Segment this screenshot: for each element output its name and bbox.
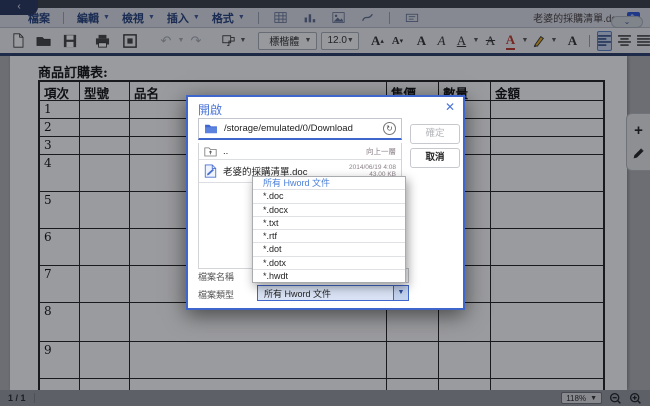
recent-paths-icon[interactable]: ↻ <box>383 122 396 135</box>
dropdown-option-docx[interactable]: *.docx <box>253 204 405 217</box>
dialog-title: 開啟 <box>198 103 223 117</box>
folder-up-icon <box>204 146 217 157</box>
parent-directory-label: .. <box>223 145 229 157</box>
confirm-button[interactable]: 確定 <box>410 124 460 144</box>
filetype-dropdown: 所有 Hword 文件 *.doc *.docx *.txt *.rtf *.d… <box>252 176 406 283</box>
dropdown-option-hwdt[interactable]: *.hwdt <box>253 270 405 283</box>
up-one-level-hint: 向上一層 <box>366 146 396 156</box>
document-file-icon <box>204 164 217 178</box>
parent-directory-row[interactable]: .. 向上一層 <box>199 143 401 160</box>
filename-label: 檔案名稱 <box>198 272 235 282</box>
dropdown-option-dot[interactable]: *.dot <box>253 243 405 257</box>
app-window: { "titlebar": { "back_label": "‹", "docu… <box>0 0 650 406</box>
folder-icon <box>204 123 218 134</box>
close-icon[interactable]: ✕ <box>445 100 455 114</box>
dropdown-option-dotx[interactable]: *.dotx <box>253 257 405 271</box>
cancel-button[interactable]: 取消 <box>410 148 460 168</box>
dropdown-option-txt[interactable]: *.txt <box>253 217 405 231</box>
chevron-down-icon: ▼ <box>393 286 408 300</box>
dropdown-option-doc[interactable]: *.doc <box>253 190 405 204</box>
path-field[interactable]: /storage/emulated/0/Download ↻ <box>198 118 402 140</box>
dropdown-option-rtf[interactable]: *.rtf <box>253 230 405 244</box>
filetype-selected-value: 所有 Hword 文件 <box>264 288 332 299</box>
filetype-select[interactable]: 所有 Hword 文件 ▼ <box>257 285 409 301</box>
dropdown-option-all[interactable]: 所有 Hword 文件 <box>253 177 405 191</box>
current-path: /storage/emulated/0/Download <box>224 123 353 134</box>
filetype-label: 檔案類型 <box>198 290 235 300</box>
file-date: 2014/06/19 4:08 <box>349 163 396 171</box>
